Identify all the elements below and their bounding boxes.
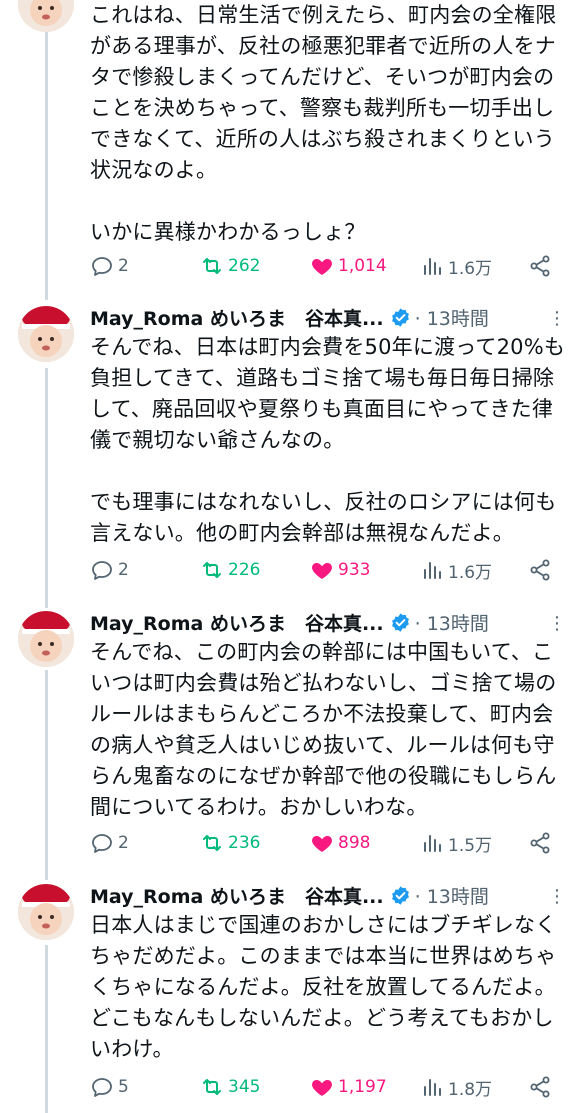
views-count: 1.5万	[448, 835, 493, 856]
views-count: 1.8万	[448, 1079, 493, 1100]
retweet-button[interactable]: 345	[200, 1075, 260, 1099]
tweet[interactable]: May_Roma めいろま 谷本真... · 13時間 ⋮ そんでね、この町内会…	[90, 607, 570, 823]
reply-icon	[92, 257, 112, 276]
like-button[interactable]: 1,014	[310, 254, 387, 278]
views-button[interactable]: 1.5万	[420, 831, 492, 856]
share-icon	[530, 559, 550, 581]
share-button[interactable]	[528, 254, 556, 278]
reply-count: 2	[118, 833, 129, 853]
tweet-time[interactable]: · 13時間	[415, 882, 489, 909]
retweet-button[interactable]: 262	[200, 254, 260, 278]
thread-line	[45, 945, 48, 1113]
share-button[interactable]	[528, 831, 556, 855]
like-count: 1,014	[338, 256, 387, 276]
like-button[interactable]: 898	[310, 831, 370, 855]
avatar[interactable]	[18, 884, 74, 940]
avatar[interactable]	[18, 611, 74, 667]
tweet[interactable]: これはね、日常生活で例えたら、町内会の全権限がある理事が、反社の極悪犯罪者で近所…	[90, 0, 570, 248]
thread-line	[45, 670, 48, 880]
verified-badge-icon	[391, 612, 409, 632]
retweet-count: 226	[228, 560, 261, 580]
heart-icon	[312, 1080, 332, 1096]
views-icon	[424, 562, 441, 579]
thread-line	[45, 368, 48, 608]
tweet-header: May_Roma めいろま 谷本真... · 13時間	[90, 880, 570, 910]
author-name[interactable]: May_Roma めいろま 谷本真...	[90, 609, 384, 636]
author-name[interactable]: May_Roma めいろま 谷本真...	[90, 304, 384, 331]
tweet-text: そんでね、この町内会の幹部には中国もいて、こいつは町内会費は殆ど払わないし、ゴミ…	[90, 640, 557, 819]
views-button[interactable]: 1.8万	[420, 1075, 492, 1100]
avatar[interactable]	[18, 0, 74, 32]
tweet-text: 日本人はまじで国連のおかしさにはブチギレなくちゃだめだよ。このままでは本当に世界…	[90, 913, 557, 1061]
share-icon	[530, 832, 550, 854]
tweet[interactable]: May_Roma めいろま 谷本真... · 13時間 ⋮ そんでね、日本は町内…	[90, 302, 570, 549]
reply-button[interactable]: 2	[90, 558, 129, 582]
like-count: 898	[338, 833, 371, 853]
views-icon	[424, 1079, 441, 1096]
views-count: 1.6万	[448, 258, 493, 279]
heart-icon	[312, 563, 332, 579]
reply-icon	[92, 561, 112, 580]
share-button[interactable]	[528, 1075, 556, 1099]
reply-count: 5	[118, 1077, 129, 1097]
reply-button[interactable]: 2	[90, 831, 129, 855]
reply-icon	[92, 834, 112, 853]
tweet-time[interactable]: · 13時間	[415, 609, 489, 636]
like-count: 1,197	[338, 1077, 387, 1097]
tweet-text: そんでね、日本は町内会費を50年に渡って20%も負担してきて、道路もゴミ捨て場も…	[90, 335, 566, 545]
retweet-count: 236	[228, 833, 261, 853]
author-name[interactable]: May_Roma めいろま 谷本真...	[90, 882, 384, 909]
retweet-icon	[203, 1079, 221, 1095]
share-icon	[530, 255, 550, 277]
tweet-time[interactable]: · 13時間	[415, 304, 489, 331]
like-button[interactable]: 1,197	[310, 1075, 387, 1099]
thread-line	[45, 0, 48, 300]
retweet-count: 262	[228, 256, 261, 276]
more-options-icon[interactable]: ⋮	[548, 308, 566, 329]
more-options-icon[interactable]: ⋮	[548, 613, 566, 634]
reply-icon	[92, 1078, 112, 1097]
share-button[interactable]	[528, 558, 556, 582]
tweet[interactable]: May_Roma めいろま 谷本真... · 13時間 ⋮ 日本人はまじで国連の…	[90, 880, 570, 1065]
heart-icon	[312, 836, 332, 852]
reply-button[interactable]: 2	[90, 254, 129, 278]
views-button[interactable]: 1.6万	[420, 254, 492, 279]
like-button[interactable]: 933	[310, 558, 370, 582]
views-icon	[424, 835, 441, 852]
views-count: 1.6万	[448, 562, 493, 583]
views-icon	[424, 258, 441, 275]
retweet-icon	[203, 562, 221, 578]
retweet-icon	[203, 258, 221, 274]
retweet-button[interactable]: 236	[200, 831, 260, 855]
tweet-header: May_Roma めいろま 谷本真... · 13時間	[90, 607, 570, 637]
share-icon	[530, 1076, 550, 1098]
avatar[interactable]	[18, 306, 74, 362]
reply-button[interactable]: 5	[90, 1075, 129, 1099]
views-button[interactable]: 1.6万	[420, 558, 492, 583]
verified-badge-icon	[391, 885, 409, 905]
like-count: 933	[338, 560, 371, 580]
reply-count: 2	[118, 256, 129, 276]
heart-icon	[312, 259, 332, 275]
tweet-text: これはね、日常生活で例えたら、町内会の全権限がある理事が、反社の極悪犯罪者で近所…	[90, 3, 557, 244]
reply-count: 2	[118, 560, 129, 580]
retweet-count: 345	[228, 1077, 261, 1097]
retweet-icon	[203, 835, 221, 851]
retweet-button[interactable]: 226	[200, 558, 260, 582]
tweet-header: May_Roma めいろま 谷本真... · 13時間	[90, 302, 570, 332]
more-options-icon[interactable]: ⋮	[548, 886, 566, 907]
verified-badge-icon	[391, 307, 409, 327]
